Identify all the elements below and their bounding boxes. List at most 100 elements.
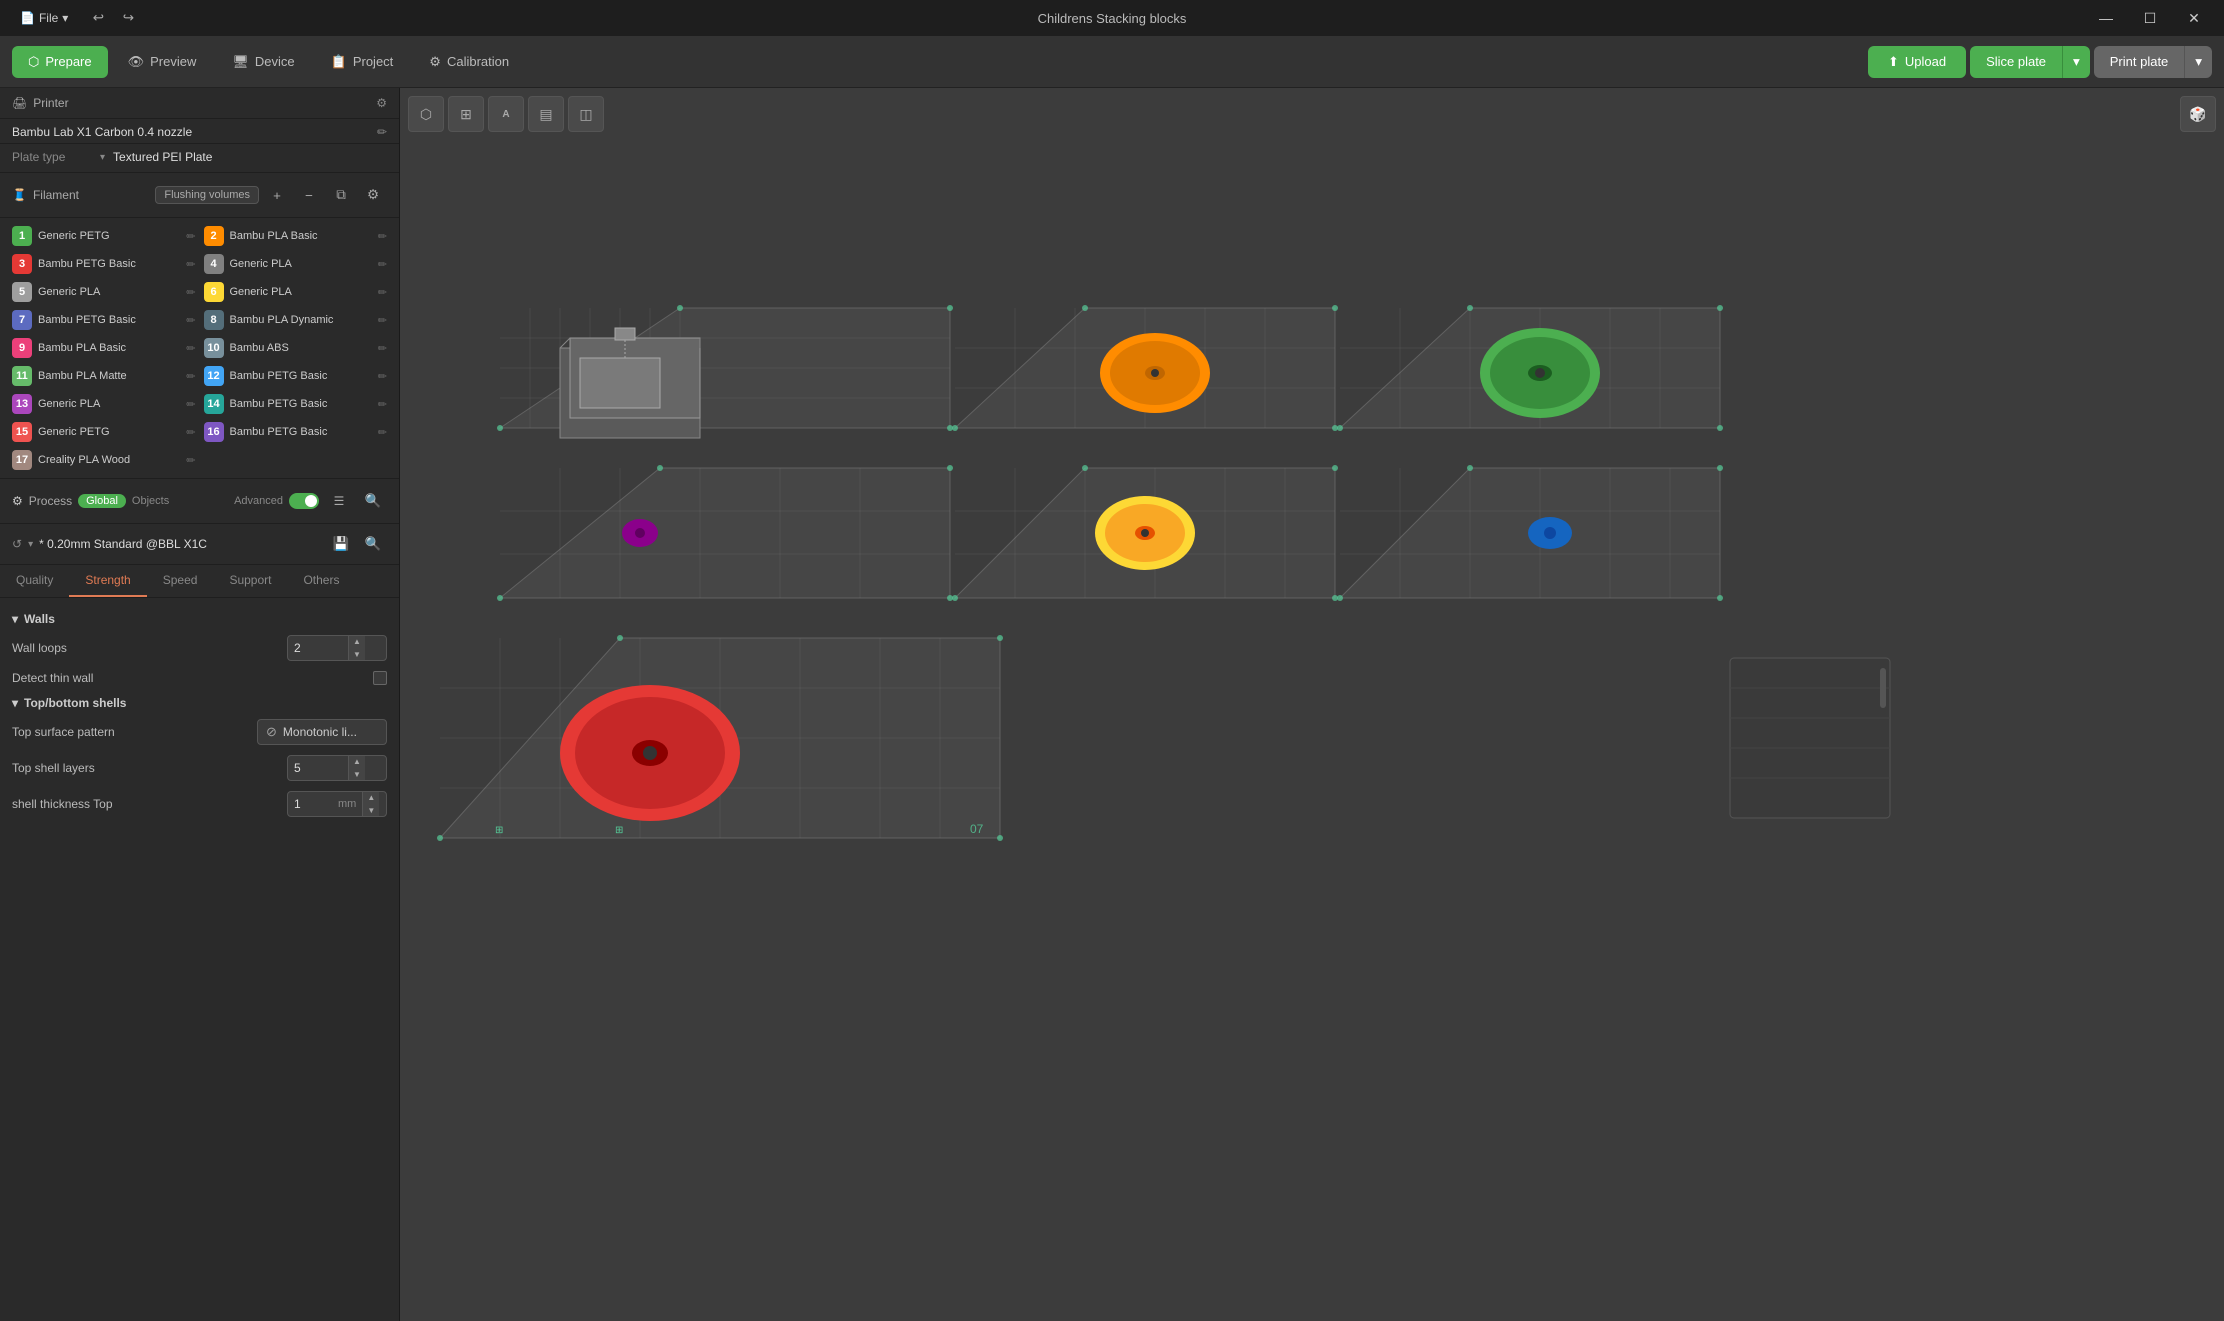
filament-item-17[interactable]: 17 Creality PLA Wood ✏	[8, 446, 200, 474]
undo-button[interactable]: ↩	[84, 4, 112, 32]
top-shell-thickness-field[interactable]	[288, 797, 338, 811]
redo-button[interactable]: ↪	[114, 4, 142, 32]
wall-loops-field[interactable]	[288, 641, 348, 655]
walls-collapse-icon[interactable]: ▾	[12, 612, 18, 626]
window-title: Childrens Stacking blocks	[1038, 11, 1187, 26]
filament-copy-button[interactable]: ⧉	[327, 181, 355, 209]
filament-item-7[interactable]: 7 Bambu PETG Basic ✏	[8, 306, 200, 334]
wall-loops-down[interactable]: ▼	[349, 648, 365, 661]
top-shell-thickness-down[interactable]: ▼	[363, 804, 379, 817]
filament-remove-button[interactable]: −	[295, 181, 323, 209]
filament-edit-3[interactable]: ✏	[186, 258, 195, 271]
wall-loops-up[interactable]: ▲	[349, 635, 365, 648]
upload-button[interactable]: ⬆ Upload	[1868, 46, 1966, 78]
objects-tab[interactable]: Objects	[132, 495, 169, 507]
tab-prepare[interactable]: ⬡ Prepare	[12, 46, 108, 78]
printer-edit-icon[interactable]: ✏	[377, 125, 387, 139]
advanced-toggle[interactable]	[289, 493, 319, 509]
flat-view-btn[interactable]: ▤	[528, 96, 564, 132]
filament-num-1: 1	[12, 226, 32, 246]
file-menu[interactable]: 📄 File ▾	[12, 7, 76, 29]
filament-item-15[interactable]: 15 Generic PETG ✏	[8, 418, 200, 446]
filament-item-13[interactable]: 13 Generic PLA ✏	[8, 390, 200, 418]
wall-loops-row: Wall loops ▲ ▼	[0, 630, 399, 666]
filament-edit-11[interactable]: ✏	[186, 370, 195, 383]
tab-quality[interactable]: Quality	[0, 565, 69, 597]
filament-edit-15[interactable]: ✏	[186, 426, 195, 439]
process-list-icon[interactable]: ☰	[325, 487, 353, 515]
slice-plate-button[interactable]: Slice plate	[1970, 46, 2063, 78]
filament-item-11[interactable]: 11 Bambu PLA Matte ✏	[8, 362, 200, 390]
print-plate-button[interactable]: Print plate	[2094, 46, 2186, 78]
preset-save-button[interactable]: 💾	[327, 530, 355, 558]
tab-calibration[interactable]: ⚙ Calibration	[413, 46, 525, 78]
filament-edit-13[interactable]: ✏	[186, 398, 195, 411]
detect-thin-wall-checkbox[interactable]	[373, 671, 387, 685]
tab-strength[interactable]: Strength	[69, 565, 146, 597]
filament-item-14[interactable]: 14 Bambu PETG Basic ✏	[200, 390, 392, 418]
top-shell-layers-input[interactable]: ▲ ▼	[287, 755, 387, 781]
minimize-button[interactable]: —	[2088, 4, 2124, 32]
filament-edit-14[interactable]: ✏	[378, 398, 387, 411]
filament-item-5[interactable]: 5 Generic PLA ✏	[8, 278, 200, 306]
filament-item-16[interactable]: 16 Bambu PETG Basic ✏	[200, 418, 392, 446]
filament-item-2[interactable]: 2 Bambu PLA Basic ✏	[200, 222, 392, 250]
tab-support[interactable]: Support	[213, 565, 287, 597]
filament-edit-8[interactable]: ✏	[378, 314, 387, 327]
filament-edit-7[interactable]: ✏	[186, 314, 195, 327]
flushing-volumes-button[interactable]: Flushing volumes	[155, 186, 259, 204]
cube-view-btn[interactable]: ⬡	[408, 96, 444, 132]
top-shell-layers-down[interactable]: ▼	[349, 768, 365, 781]
top-bottom-collapse-icon[interactable]: ▾	[12, 696, 18, 710]
top-shell-thickness-up[interactable]: ▲	[363, 791, 379, 804]
auto-btn[interactable]: A	[488, 96, 524, 132]
filament-item-6[interactable]: 6 Generic PLA ✏	[200, 278, 392, 306]
filament-edit-10[interactable]: ✏	[378, 342, 387, 355]
slice-plate-dropdown[interactable]: ▾	[2063, 46, 2090, 78]
filament-settings-button[interactable]: ⚙	[359, 181, 387, 209]
filament-edit-4[interactable]: ✏	[378, 258, 387, 271]
filament-add-button[interactable]: +	[263, 181, 291, 209]
close-button[interactable]: ✕	[2176, 4, 2212, 32]
filament-edit-1[interactable]: ✏	[186, 230, 195, 243]
top-shell-thickness-spinners: ▲ ▼	[362, 791, 379, 817]
process-search-icon[interactable]: 🔍	[359, 487, 387, 515]
filament-item-1[interactable]: 1 Generic PETG ✏	[8, 222, 200, 250]
top-shell-thickness-input[interactable]: mm ▲ ▼	[287, 791, 387, 817]
global-badge[interactable]: Global	[78, 494, 126, 508]
settings-scroll-area[interactable]: ▾ Walls Wall loops ▲ ▼ Detect thin wall	[0, 598, 399, 1321]
filament-item-8[interactable]: 8 Bambu PLA Dynamic ✏	[200, 306, 392, 334]
3d-viewport[interactable]: ⬡ ⊞ A ▤ ◫ 🎲	[400, 88, 2224, 1321]
tab-project[interactable]: 📋 Project	[315, 46, 410, 78]
preset-search-button[interactable]: 🔍	[359, 530, 387, 558]
filament-edit-16[interactable]: ✏	[378, 426, 387, 439]
filament-item-9[interactable]: 9 Bambu PLA Basic ✏	[8, 334, 200, 362]
filament-item-12[interactable]: 12 Bambu PETG Basic ✏	[200, 362, 392, 390]
printer-settings-icon[interactable]: ⚙	[376, 96, 387, 110]
filament-edit-6[interactable]: ✏	[378, 286, 387, 299]
wall-loops-input[interactable]: ▲ ▼	[287, 635, 387, 661]
top-shell-layers-field[interactable]	[288, 761, 348, 775]
preset-name[interactable]: * 0.20mm Standard @BBL X1C	[39, 537, 207, 551]
filament-item-3[interactable]: 3 Bambu PETG Basic ✏	[8, 250, 200, 278]
filament-item-4[interactable]: 4 Generic PLA ✏	[200, 250, 392, 278]
plate-type-value[interactable]: Textured PEI Plate	[113, 150, 212, 164]
top-shell-layers-up[interactable]: ▲	[349, 755, 365, 768]
filament-edit-17[interactable]: ✏	[186, 454, 195, 467]
tab-device[interactable]: 🖥 Device	[216, 46, 310, 78]
top-surface-pattern-select[interactable]: ⊘ Monotonic li...	[257, 719, 387, 745]
perspective-btn[interactable]: ◫	[568, 96, 604, 132]
tab-speed[interactable]: Speed	[147, 565, 214, 597]
filament-item-10[interactable]: 10 Bambu ABS ✏	[200, 334, 392, 362]
filament-num-7: 7	[12, 310, 32, 330]
filament-edit-5[interactable]: ✏	[186, 286, 195, 299]
tab-others[interactable]: Others	[287, 565, 355, 597]
grid-view-btn[interactable]: ⊞	[448, 96, 484, 132]
tab-preview[interactable]: 👁 Preview	[112, 46, 213, 78]
maximize-button[interactable]: ☐	[2132, 4, 2168, 32]
orient-btn[interactable]: 🎲	[2180, 96, 2216, 132]
filament-edit-9[interactable]: ✏	[186, 342, 195, 355]
filament-edit-2[interactable]: ✏	[378, 230, 387, 243]
filament-edit-12[interactable]: ✏	[378, 370, 387, 383]
print-plate-dropdown[interactable]: ▾	[2185, 46, 2212, 78]
